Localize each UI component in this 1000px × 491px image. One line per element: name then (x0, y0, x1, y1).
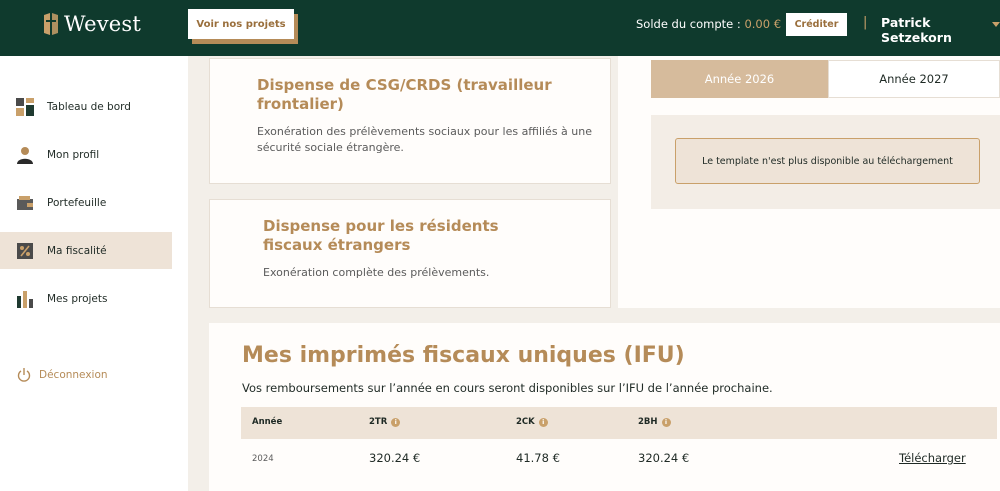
sidebar-item-dashboard[interactable]: Tableau de bord (0, 88, 172, 125)
sidebar-item-wallet[interactable]: Portefeuille (0, 184, 172, 221)
sidebar-item-label: Portefeuille (47, 196, 107, 209)
view-projects-button[interactable]: Voir nos projets (188, 9, 294, 39)
sidebar-item-label: Mon profil (47, 148, 100, 161)
wallet-icon (17, 195, 33, 210)
logout-label: Déconnexion (39, 369, 108, 381)
ifu-section: Mes imprimés fiscaux uniques (IFU) Vos r… (209, 323, 1000, 491)
column-header-label: 2TR (369, 417, 388, 427)
info-icon[interactable]: i (391, 417, 401, 427)
column-header-label: 2CK (516, 417, 535, 427)
chart-bars-icon (17, 290, 33, 308)
table-header: Année 2TR i 2CK i 2BH i (241, 407, 997, 439)
ifu-subtitle: Vos remboursements sur l’année en cours … (242, 381, 773, 395)
sidebar-item-profile[interactable]: Mon profil (0, 136, 172, 173)
year-panel: Année 2026 Année 2027 Le template n'est … (618, 56, 1000, 308)
logo-text: Wevest (64, 12, 142, 36)
balance-value: 0.00 € (744, 17, 782, 31)
cell-2ck: 41.78 € (516, 451, 560, 465)
card-title: Dispense de CSG/CRDS (travailleur fronta… (257, 76, 552, 113)
logout-button[interactable]: Déconnexion (17, 367, 108, 383)
tab-content: Le template n'est plus disponible au tél… (651, 115, 1000, 209)
column-header-2tr: 2TR i (369, 417, 401, 427)
tab-year-2027[interactable]: Année 2027 (828, 60, 1000, 98)
dashboard-icon (16, 97, 34, 116)
exemption-card-foreign-residents: Dispense pour les résidents fiscaux étra… (209, 199, 611, 308)
user-menu-name[interactable]: Patrick Setzekorn (881, 15, 1000, 45)
info-icon[interactable]: i (661, 417, 671, 427)
logo-icon (44, 13, 58, 35)
card-description: Exonération complète des prélèvements. (263, 266, 490, 279)
credit-button[interactable]: Créditer (786, 13, 847, 36)
sidebar-item-label: Tableau de bord (47, 100, 131, 113)
sidebar-item-label: Mes projets (47, 292, 108, 305)
cell-year: 2024 (252, 454, 274, 464)
column-header-label: Année (252, 417, 283, 427)
info-icon[interactable]: i (538, 417, 548, 427)
exemption-card-csg: Dispense de CSG/CRDS (travailleur fronta… (209, 58, 611, 184)
cell-2tr: 320.24 € (369, 451, 421, 465)
chevron-down-icon[interactable] (992, 22, 1000, 27)
top-header: Wevest Voir nos projets Solde du compte … (0, 0, 1000, 56)
sidebar-item-label: Ma fiscalité (47, 244, 107, 257)
template-unavailable-notice: Le template n'est plus disponible au tél… (675, 138, 980, 184)
sidebar: Tableau de bord Mon profil Portefeuille … (0, 56, 188, 491)
wevest-logo[interactable]: Wevest (42, 12, 141, 36)
column-header-2ck: 2CK i (516, 417, 548, 427)
sidebar-item-projects[interactable]: Mes projets (0, 280, 172, 317)
account-balance: Solde du compte : 0.00 € (636, 17, 781, 31)
download-link[interactable]: Télécharger (899, 451, 966, 465)
column-header-label: 2BH (638, 417, 658, 427)
ifu-title: Mes imprimés fiscaux uniques (IFU) (242, 343, 685, 368)
sidebar-item-taxation[interactable]: Ma fiscalité (0, 232, 172, 269)
tab-year-2026[interactable]: Année 2026 (651, 60, 828, 98)
card-title: Dispense pour les résidents fiscaux étra… (263, 217, 499, 254)
user-icon (17, 146, 33, 164)
power-icon (17, 368, 31, 382)
header-separator: | (863, 15, 868, 30)
cell-2bh: 320.24 € (638, 451, 690, 465)
column-header-year: Année (252, 417, 282, 427)
column-header-2bh: 2BH i (638, 417, 671, 427)
tax-icon (17, 242, 33, 259)
card-description: Exonération des prélèvements sociaux pou… (257, 125, 592, 154)
balance-label: Solde du compte : (636, 17, 741, 31)
